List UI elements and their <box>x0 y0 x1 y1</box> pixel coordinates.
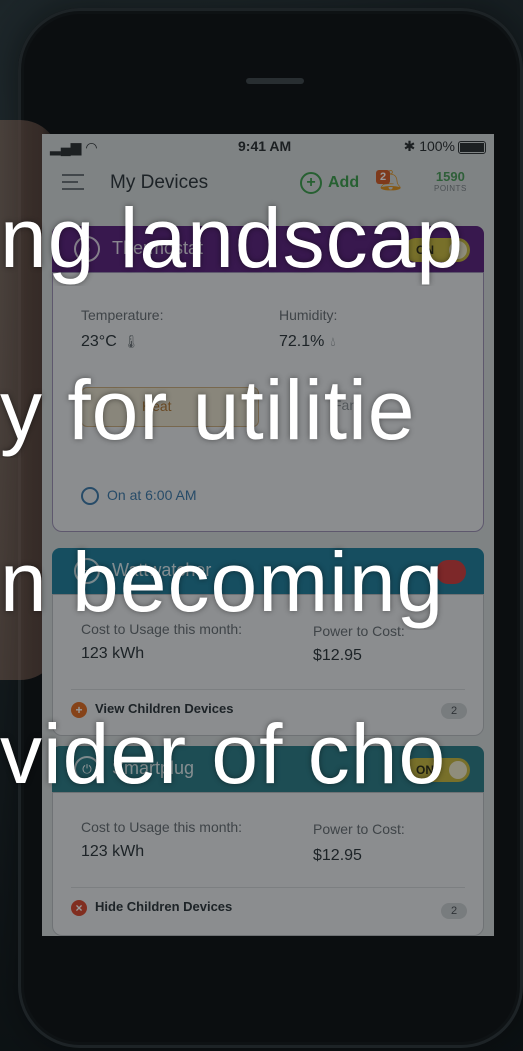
overlay-text-line-1: ng landscap <box>0 191 465 285</box>
dark-overlay <box>0 0 523 1051</box>
overlay-text-line-3: n becoming <box>0 535 445 629</box>
overlay-text-line-2: y for utilitie <box>0 363 416 457</box>
overlay-text-line-4: vider of cho <box>0 707 447 801</box>
